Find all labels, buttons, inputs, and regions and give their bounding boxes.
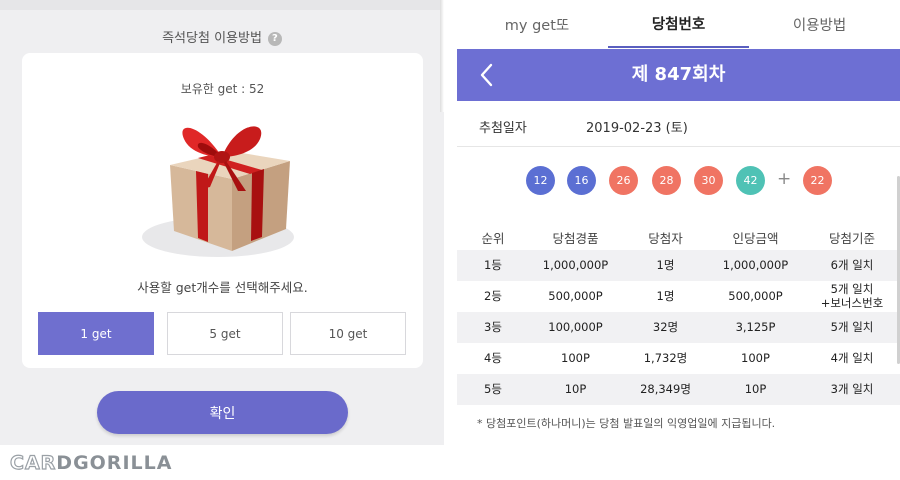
winning-numbers-panel: my get또 당첨번호 이용방법 제 847회차 추첨일자 2019-02-2… (457, 0, 900, 480)
table-row: 4등 100P 1,732명 100P 4개 일치 (457, 343, 900, 374)
logo-part-gorilla: GORILLA (73, 452, 173, 474)
cell-criteria: 3개 일치 (830, 381, 874, 396)
table-row: 5등 10P 28,349명 10P 3개 일치 (457, 374, 900, 405)
ball-1: 12 (526, 166, 555, 195)
panel-edge-shadow (440, 0, 444, 112)
draw-date-value: 2019-02-23 (토) (586, 121, 688, 136)
watermark-logo: CARDGORILLA (9, 451, 173, 474)
cell-rank: 5등 (484, 381, 502, 396)
draw-date-label: 추첨일자 (479, 121, 527, 136)
header-per-person: 인당금액 (732, 231, 779, 246)
table-row: 3등 100,000P 32명 3,125P 5개 일치 (457, 312, 900, 343)
ball-2: 16 (567, 166, 596, 195)
select-instruction: 사용할 get개수를 선택해주세요. (137, 280, 308, 295)
round-title: 제 847회차 (631, 64, 726, 85)
owned-get-count: 보유한 get : 52 (180, 82, 265, 96)
cell-rank: 2등 (484, 288, 502, 303)
cell-winners: 1,732명 (643, 350, 688, 365)
cell-rank: 1등 (484, 257, 502, 272)
tab-how-to-use[interactable]: 이용방법 (749, 0, 890, 48)
cell-prize: 10P (564, 381, 587, 396)
ball-5: 30 (694, 166, 723, 195)
cell-criteria: 6개 일치 (830, 257, 874, 272)
cell-rank: 3등 (484, 319, 502, 334)
chevron-left-icon[interactable] (477, 63, 497, 87)
question-icon[interactable]: ? (267, 32, 282, 46)
cell-per-person: 100P (741, 350, 770, 365)
table-row: 1등 1,000,000P 1명 1,000,000P 6개 일치 (457, 250, 900, 281)
option-5-get-button[interactable]: 5 get (167, 312, 283, 355)
gift-box-icon (142, 126, 294, 257)
round-header: 제 847회차 (457, 49, 900, 101)
cell-criteria: 5개 일치 (830, 319, 874, 334)
tab-winning-numbers[interactable]: 당첨번호 (608, 0, 749, 48)
cell-criteria: 5개 일치 +보너스번호 (820, 282, 884, 310)
screenshot-canvas: 즉석당첨 이용방법? 보유한 get : 52 사용할 get개수를 선택해주세… (0, 0, 900, 480)
bonus-ball: 22 (803, 166, 832, 195)
table-row: 2등 500,000P 1명 500,000P 5개 일치 +보너스번호 (457, 281, 900, 312)
top-strip (0, 0, 444, 10)
option-1-get-button[interactable]: 1 get (38, 312, 154, 355)
header-prize: 당첨경품 (552, 231, 599, 246)
cell-per-person: 3,125P (735, 319, 776, 334)
cell-winners: 32명 (652, 319, 679, 334)
howto-title-text: 즉석당첨 이용방법 (162, 31, 262, 46)
ball-6: 42 (736, 166, 765, 195)
gift-card: 보유한 get : 52 사용할 get개수를 선택해주세요. 1 get 5 … (22, 53, 423, 368)
instant-win-panel: 즉석당첨 이용방법? 보유한 get : 52 사용할 get개수를 선택해주세… (0, 0, 444, 445)
cell-per-person: 500,000P (728, 288, 783, 303)
cell-rank: 4등 (484, 350, 502, 365)
cell-per-person: 10P (744, 381, 767, 396)
cell-prize: 1,000,000P (542, 257, 609, 272)
cell-winners: 1명 (656, 257, 675, 272)
logo-part-d: D (56, 452, 74, 474)
tab-bar: my get또 당첨번호 이용방법 (457, 0, 900, 48)
option-10-get-button[interactable]: 10 get (290, 312, 406, 355)
header-criteria: 당첨기준 (828, 231, 875, 246)
cell-prize: 100P (561, 350, 590, 365)
cell-prize: 500,000P (548, 288, 603, 303)
winning-balls: 12 16 26 28 30 42 + 22 (457, 166, 900, 195)
logo-part-car: CAR (9, 451, 57, 474)
cell-criteria: 4개 일치 (830, 350, 874, 365)
header-winners: 당첨자 (648, 231, 683, 246)
cell-per-person: 1,000,000P (722, 257, 789, 272)
howto-title[interactable]: 즉석당첨 이용방법? (0, 27, 444, 46)
tab-my-get[interactable]: my get또 (467, 0, 607, 48)
header-rank: 순위 (481, 231, 505, 246)
ball-4: 28 (652, 166, 681, 195)
cell-winners: 28,349명 (640, 381, 691, 396)
plus-sign: + (777, 169, 792, 189)
cell-winners: 1명 (656, 288, 675, 303)
confirm-button[interactable]: 확인 (97, 391, 348, 434)
ball-3: 26 (609, 166, 638, 195)
cell-prize: 100,000P (548, 319, 603, 334)
prize-table-header: 순위 당첨경품 당첨자 인당금액 당첨기준 (457, 228, 900, 246)
payout-note: * 당첨포인트(하나머니)는 당첨 발표일의 익영업일에 지급됩니다. (477, 417, 776, 430)
divider (457, 146, 900, 147)
